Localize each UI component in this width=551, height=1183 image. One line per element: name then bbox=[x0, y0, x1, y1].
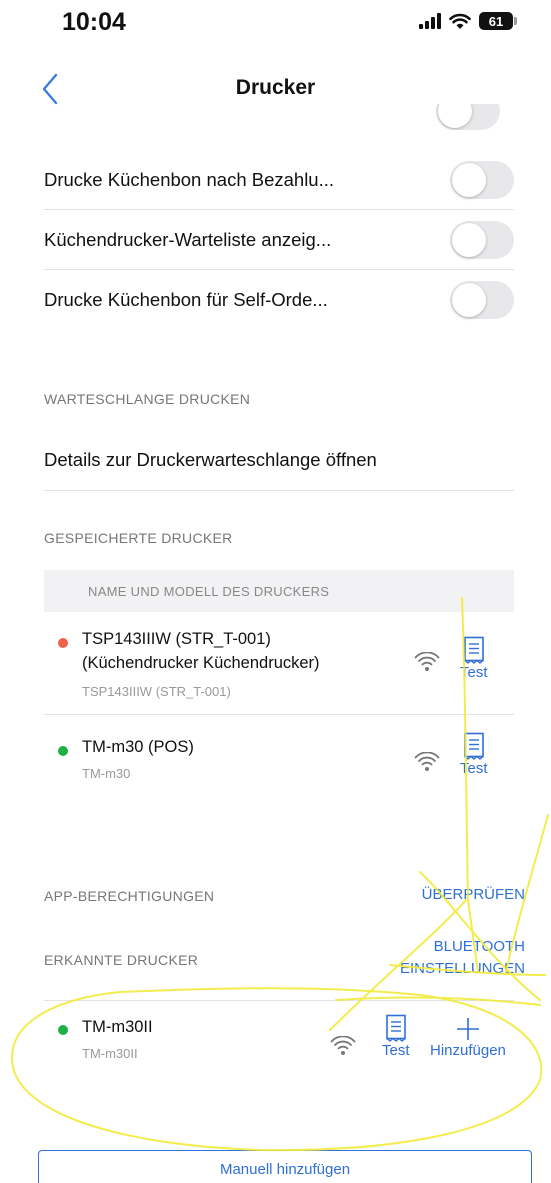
toggle-row-kitchen-printer-queue: Küchendrucker-Warteliste anzeig... bbox=[44, 210, 514, 270]
printer-model: TSP143IIIW (STR_T-001) bbox=[82, 684, 231, 699]
kitchen-receipt-self-order-toggle[interactable] bbox=[450, 281, 514, 319]
toggle-partial bbox=[436, 104, 500, 130]
wifi-status-icon bbox=[449, 13, 471, 29]
test-print-button[interactable]: Test bbox=[460, 636, 488, 681]
printer-name: TM-m30II bbox=[82, 1018, 153, 1036]
status-bar: 10:04 61 bbox=[0, 0, 551, 60]
wifi-icon bbox=[330, 1036, 356, 1055]
printer-model: TM-m30 bbox=[82, 766, 131, 781]
add-label: Hinzufügen bbox=[430, 1042, 506, 1059]
bluetooth-settings-button[interactable]: BLUETOOTH EINSTELLUNGEN bbox=[400, 936, 525, 980]
column-header: NAME UND MODELL DES DRUCKERS bbox=[88, 584, 330, 599]
toggle-row-kitchen-receipt-after-payment: Drucke Küchenbon nach Bezahlu... bbox=[44, 150, 514, 210]
status-dot-online bbox=[58, 746, 68, 756]
printer-name: TM-m30 (POS) bbox=[82, 738, 194, 756]
status-dot-error bbox=[58, 638, 68, 648]
toggle-label: Küchendrucker-Warteliste anzeig... bbox=[44, 229, 332, 250]
saved-printers-header: GESPEICHERTE DRUCKER bbox=[44, 530, 233, 546]
print-queue-header: WARTESCHLANGE DRUCKEN bbox=[44, 391, 251, 407]
status-time: 10:04 bbox=[62, 8, 126, 36]
print-queue-details-row[interactable]: Details zur Druckerwarteschlange öffnen bbox=[44, 449, 377, 471]
test-label: Test bbox=[460, 664, 488, 681]
status-dot-online bbox=[58, 1025, 68, 1035]
wifi-icon bbox=[414, 752, 440, 771]
toggle-label: Drucke Küchenbon für Self-Orde... bbox=[44, 289, 328, 310]
printer-name-line2: (Küchendrucker Küchendrucker) bbox=[82, 654, 320, 672]
add-printer-button[interactable]: Hinzufügen bbox=[430, 1016, 506, 1059]
wifi-icon bbox=[414, 652, 440, 671]
printer-model: TM-m30II bbox=[82, 1046, 138, 1061]
signal-icon bbox=[419, 13, 441, 29]
kitchen-receipt-after-payment-toggle[interactable] bbox=[450, 161, 514, 199]
kitchen-printer-queue-toggle[interactable] bbox=[450, 221, 514, 259]
battery-icon: 61 bbox=[479, 12, 517, 30]
saved-printer-row[interactable] bbox=[44, 715, 514, 805]
page-title: Drucker bbox=[235, 76, 316, 99]
test-print-button[interactable]: Test bbox=[382, 1014, 410, 1059]
manual-add-button[interactable]: Manuell hinzufügen bbox=[38, 1150, 532, 1183]
check-permissions-button[interactable]: ÜBERPRÜFEN bbox=[422, 884, 525, 906]
app-permissions-header: APP-BERECHTIGUNGEN bbox=[44, 888, 215, 904]
detected-printers-header: ERKANNTE DRUCKER bbox=[44, 952, 199, 968]
test-label: Test bbox=[460, 760, 488, 777]
receipt-icon bbox=[463, 732, 484, 760]
divider bbox=[44, 490, 514, 491]
test-label: Test bbox=[382, 1042, 410, 1059]
bluetooth-label-line1: BLUETOOTH bbox=[433, 938, 525, 955]
receipt-icon bbox=[463, 636, 484, 664]
bluetooth-label-line2: EINSTELLUNGEN bbox=[399, 960, 525, 977]
toggle-label: Drucke Küchenbon nach Bezahlu... bbox=[44, 169, 335, 190]
toggle-row-kitchen-receipt-self-order: Drucke Küchenbon für Self-Orde... bbox=[44, 270, 514, 330]
receipt-icon bbox=[385, 1014, 406, 1042]
printer-name: TSP143IIIW (STR_T-001) bbox=[82, 630, 271, 648]
status-icons: 61 bbox=[419, 12, 517, 30]
plus-icon bbox=[456, 1018, 479, 1040]
test-print-button[interactable]: Test bbox=[460, 732, 488, 777]
